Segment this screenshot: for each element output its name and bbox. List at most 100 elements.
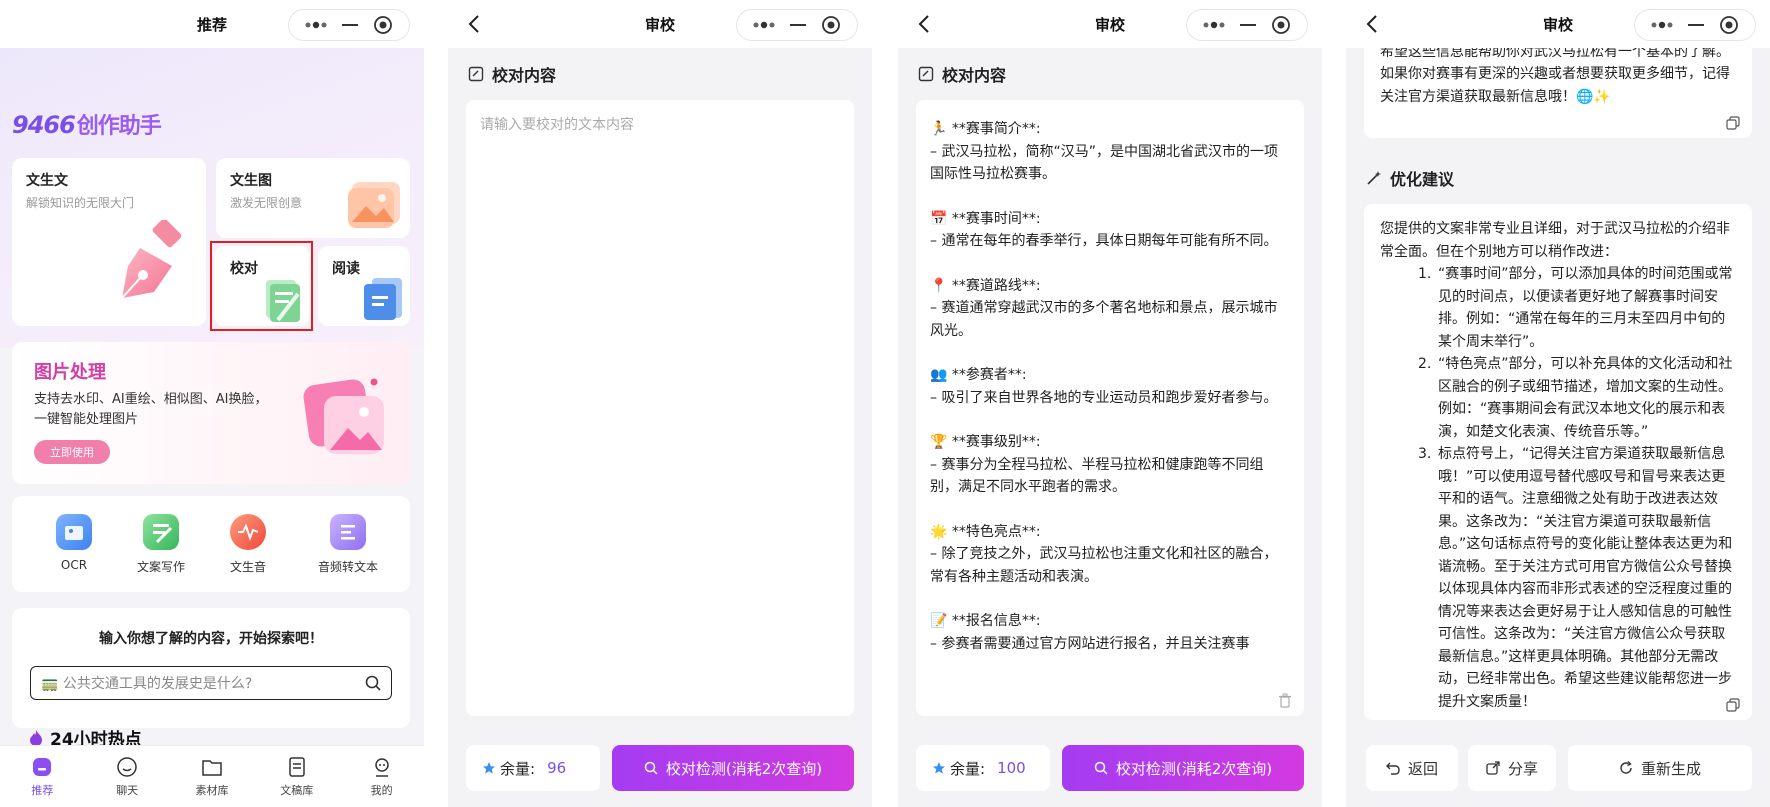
tool-writing[interactable]: 文案写作 [121, 514, 201, 575]
copy-icon[interactable] [1726, 116, 1740, 130]
fire-icon [30, 729, 42, 746]
use-now-button[interactable]: 立即使用 [34, 440, 110, 464]
paragraph: 📝 **报名信息**: – 参赛者需要通过官方网站进行报名，并且关注赛事 [930, 613, 1250, 652]
return-icon [1385, 762, 1400, 775]
page-title: 审校 [1094, 15, 1125, 34]
back-icon[interactable] [462, 12, 486, 36]
tool-label: 文生音 [229, 560, 266, 574]
tool-audio-to-text[interactable]: 音频转文本 [300, 514, 396, 575]
minimize-icon[interactable] [341, 23, 358, 27]
top-bar: 审校 [448, 0, 872, 48]
proofread-content: 🏃 **赛事简介**: – 武汉马拉松，简称“汉马”，是中国湖北省武汉市的一项国际… [930, 118, 1290, 696]
minimize-icon[interactable] [789, 23, 806, 27]
section-description: 支持去水印、AI重绘、相似图、AI换脸，一键智能处理图片 [34, 392, 268, 427]
explore-title: 输入你想了解的内容，开始探索吧！ [99, 631, 323, 647]
refresh-icon [1620, 761, 1632, 774]
list-item: 2. “特色亮点”部分，可以补充具体的文化活动和社区融合的例子或细节描述，增加文案… [1418, 356, 1733, 440]
top-bar: 推荐 [0, 0, 424, 48]
minimize-icon[interactable] [1239, 23, 1256, 27]
chat-icon [117, 756, 137, 777]
paragraph: 🏆 **赛事级别**: – 赛事分为全程马拉松、半程马拉松和健康跑等不同组别，满足… [930, 434, 1264, 495]
result-text: 希望这些信息能帮助你对武汉马拉松有一个基本的了解。如果你对赛事有更深的兴趣或者想… [1380, 43, 1730, 105]
tool-ocr[interactable]: OCR [34, 514, 114, 572]
tab-recommend[interactable]: 推荐 [0, 746, 85, 807]
list-item: 3. 标点符号上，“记得关注官方渠道获取最新信息哦！”可以使用逗号替代感叹号和冒号… [1418, 446, 1733, 710]
page-title: 审校 [644, 15, 675, 34]
suggestion-section-title: 优化建议 [1366, 166, 1454, 190]
section-title: 校对内容 [918, 62, 1006, 86]
mini-program-capsule [288, 9, 410, 41]
list-item: 1. “赛事时间”部分，可以添加具体的时间范围或常见的时间点，以便读者更好地了解赛… [1418, 266, 1733, 350]
copy-icon[interactable] [1726, 698, 1740, 712]
paragraph: 🏃 **赛事简介**: – 武汉马拉松，简称“汉马”，是中国湖北省武汉市的一项国际… [930, 121, 1278, 182]
proofread-textarea[interactable]: 请输入要校对的文本内容 [466, 100, 854, 716]
page-title: 推荐 [196, 15, 227, 34]
return-button[interactable]: 返回 [1366, 745, 1458, 791]
close-target-icon[interactable] [1271, 15, 1291, 35]
search-placeholder: 🚃 公共交通工具的发展史是什么? [41, 676, 253, 692]
star-icon [483, 762, 495, 774]
proofread-textarea[interactable]: 🏃 **赛事简介**: – 武汉马拉松，简称“汉马”，是中国湖北省武汉市的一项国际… [916, 100, 1304, 716]
edit-doc-icon [468, 66, 484, 82]
card-wenshengtu[interactable]: 文生图 激发无限创意 [216, 158, 410, 238]
tab-manuscript[interactable]: 文稿库 [254, 746, 339, 807]
suggestion-box: 您提供的文案非常专业且详细，对于武汉马拉松的介绍非常全面。但在个别地方可以稍作改… [1364, 204, 1752, 720]
paragraph: 📅 **赛事时间**: – 通常在每年的春季举行，具体日期每年可能有所不同。 [930, 210, 1278, 250]
card-subtitle: 激发无限创意 [230, 196, 303, 210]
tab-mine[interactable]: 我的 [339, 746, 424, 807]
mini-program-capsule [1186, 9, 1308, 41]
card-title: 文生文 [26, 173, 68, 189]
tab-chat[interactable]: 聊天 [85, 746, 170, 807]
more-icon[interactable] [1651, 21, 1673, 29]
card-title: 文生图 [230, 173, 272, 189]
back-icon[interactable] [1360, 12, 1384, 36]
folder-icon [202, 759, 222, 776]
close-target-icon[interactable] [1719, 15, 1739, 35]
remaining-quota: 余量: 96 [466, 745, 600, 791]
tab-material[interactable]: 素材库 [170, 746, 255, 807]
section-title: 校对内容 [468, 62, 556, 86]
proofread-filled-screen: 审校 校对内容 🏃 **赛事简介**: – 武汉马拉松，简称“汉马”，是中国湖北省… [898, 0, 1322, 807]
audio-icon [230, 514, 266, 550]
pen-icon [121, 220, 182, 299]
minimize-icon[interactable] [1687, 23, 1704, 27]
card-yuedu[interactable]: 阅读 [318, 246, 410, 326]
more-icon[interactable] [1203, 21, 1225, 29]
top-bar: 审校 [1346, 0, 1770, 48]
document-icon [289, 756, 305, 777]
more-icon[interactable] [305, 21, 327, 29]
top-bar: 审校 [898, 0, 1322, 48]
textarea-placeholder: 请输入要校对的文本内容 [480, 117, 634, 133]
share-button[interactable]: 分享 [1468, 745, 1556, 791]
tool-text-to-audio[interactable]: 文生音 [208, 514, 288, 575]
bottom-action-bar: 返回 分享 重新生成 [1346, 733, 1770, 807]
proofread-check-button[interactable]: 校对检测(消耗2次查询) [612, 745, 854, 791]
magic-wand-icon [1367, 171, 1381, 185]
bottom-action-bar: 余量: 96 校对检测(消耗2次查询) [448, 733, 872, 807]
proofread-check-button[interactable]: 校对检测(消耗2次查询) [1062, 745, 1304, 791]
ocr-icon [56, 514, 92, 550]
mini-program-capsule [1634, 9, 1756, 41]
profile-icon [374, 757, 389, 777]
close-target-icon[interactable] [373, 15, 393, 35]
more-icon[interactable] [753, 21, 775, 29]
card-wenshengwen[interactable]: 文生文 解锁知识的无限大门 [12, 158, 206, 326]
suggestion-intro: 您提供的文案非常专业且详细，对于武汉马拉松的介绍非常全面。但在个别地方可以稍作改… [1380, 221, 1730, 260]
section-title: 图片处理 [34, 362, 106, 383]
page-title: 审校 [1542, 15, 1573, 34]
paragraph: 📍 **赛道路线**: – 赛道通常穿越武汉市的多个著名地标和景点，展示城市风光。 [930, 277, 1278, 339]
remaining-count: 96 [547, 759, 567, 777]
search-icon[interactable] [365, 675, 381, 691]
search-input[interactable]: 🚃 公共交通工具的发展史是什么? [30, 666, 392, 700]
edit-doc-icon [918, 66, 934, 82]
photo-icon [303, 378, 384, 454]
close-target-icon[interactable] [821, 15, 841, 35]
tool-label: OCR [60, 558, 88, 572]
back-icon[interactable] [912, 12, 936, 36]
delete-icon[interactable] [1278, 693, 1292, 708]
recommend-screen: 推荐 9466创作助手 文生文 解锁知识的无限大门 文生图 激发无限创意 校对 [0, 0, 424, 807]
suggestion-list: 1. “赛事时间”部分，可以添加具体的时间范围或常见的时间点，以便读者更好地了解赛… [1418, 263, 1738, 713]
share-icon [1486, 761, 1500, 775]
regenerate-button[interactable]: 重新生成 [1568, 745, 1752, 791]
highlight-box [210, 241, 313, 331]
